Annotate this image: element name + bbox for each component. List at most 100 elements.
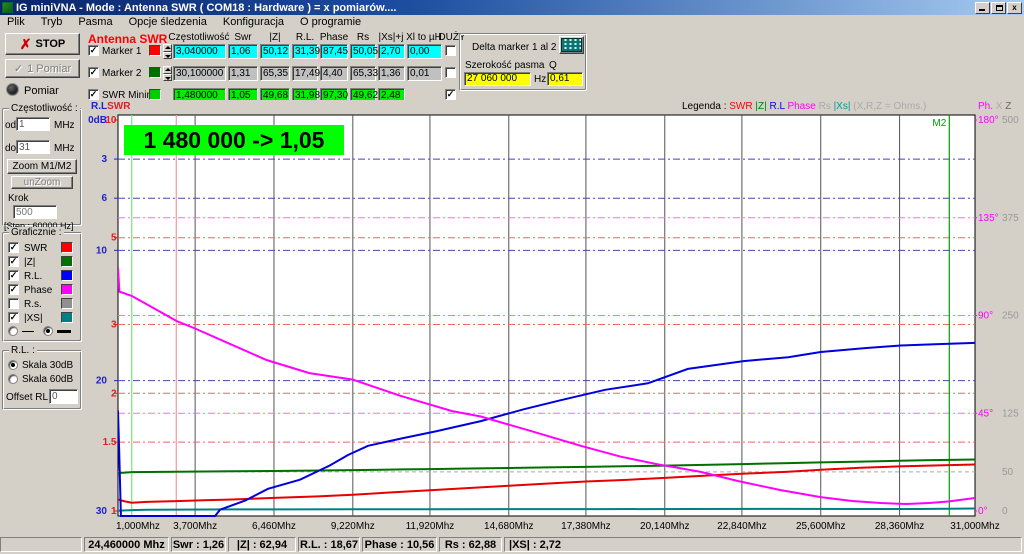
single-measure-button[interactable]: ✓ 1 Pomiar	[5, 59, 80, 78]
spin-down-icon[interactable]	[163, 74, 172, 82]
restore-button[interactable]	[991, 2, 1006, 14]
plot-area[interactable]	[118, 115, 975, 516]
status-field-empty	[0, 537, 82, 552]
x-tick-label: 3,700Mhz	[173, 521, 217, 532]
rl-scale-group-title: R.L. :	[9, 345, 37, 356]
menu-item-tryb[interactable]: Tryb	[41, 16, 63, 28]
status-field: Swr : 1,26	[171, 537, 226, 552]
x-tick-label: 17,380Mhz	[561, 521, 610, 532]
phase-tick-label: 90°	[978, 311, 993, 322]
left-control-panel: ✗ STOP ✓ 1 Pomiar Pomiar Częstotliwość :…	[0, 28, 85, 535]
q-value: 0,61	[547, 72, 583, 86]
trace-color-swatch	[61, 298, 73, 309]
x-tick-label: 31,000Mhz	[950, 521, 999, 532]
status-field: 24,460000 Mhz	[84, 537, 169, 552]
marker-frequency-input[interactable]	[173, 44, 226, 59]
calculator-button[interactable]	[559, 36, 584, 54]
measure-led	[6, 83, 19, 96]
phase-tick-label: 180°	[978, 115, 999, 126]
z-tick-label: 250	[1002, 311, 1019, 322]
trace-color-swatch	[61, 270, 73, 281]
spin-up-icon[interactable]	[163, 44, 172, 52]
column-header: Swr	[234, 32, 251, 43]
menu-item-pasma[interactable]: Pasma	[78, 16, 112, 28]
menu-item-konfiguracja[interactable]: Konfiguracja	[223, 16, 284, 28]
rl-tick-label: 0dB	[88, 115, 107, 126]
status-bar: 24,460000 MhzSwr : 1,26|Z| : 62,94R.L. :…	[0, 535, 1024, 554]
marker-value-cell: 65,33	[350, 66, 376, 81]
scale-60db-radio[interactable]	[8, 374, 18, 384]
thick-line-radio[interactable]	[43, 326, 53, 336]
thin-line-radio[interactable]	[8, 326, 18, 336]
zoom-button-label: Zoom M1/M2	[13, 161, 72, 172]
trace-color-swatch	[61, 256, 73, 267]
swr-min-annotation-text: 1 480 000 -> 1,05	[144, 127, 325, 153]
delta-marker-title: Delta marker 1 al 2	[472, 42, 556, 53]
marker-value-cell: 65,35	[260, 66, 290, 81]
x-tick-label: 25,600Mhz	[796, 521, 845, 532]
chart-area[interactable]: M21 480 000 -> 1,050dB36102030105321.511…	[85, 100, 1024, 535]
column-header: |Z|	[269, 32, 280, 43]
mhz-label-1: MHz	[54, 120, 75, 131]
marker-value-cell: 2,70	[378, 44, 405, 59]
menu-item-plik[interactable]: Plik	[7, 16, 25, 28]
spin-down-icon[interactable]	[163, 52, 172, 60]
marker-frequency-input[interactable]	[173, 66, 226, 81]
trace-checkbox-xs[interactable]: ✓	[8, 312, 19, 323]
duzy-checkbox-2[interactable]	[445, 67, 456, 78]
z-tick-label: 125	[1002, 408, 1019, 419]
stop-label: STOP	[35, 38, 65, 50]
trace-color-swatch	[61, 312, 73, 323]
trace-color-swatch	[61, 242, 73, 253]
title-bar: IG miniVNA - Mode : Antenna SWR ( COM18 …	[0, 0, 1024, 15]
trace-checkbox-phase[interactable]: ✓	[8, 284, 19, 295]
from-label: od	[5, 120, 16, 131]
row-checkbox-3[interactable]: ✓	[88, 89, 99, 100]
rl-tick-label: 20	[96, 376, 108, 387]
from-frequency-input[interactable]	[16, 117, 50, 131]
restore-icon	[996, 5, 1003, 11]
mhz-label-2: MHz	[54, 143, 75, 154]
to-frequency-input[interactable]	[16, 140, 50, 154]
offset-rl-input[interactable]	[49, 389, 78, 404]
row-checkbox-1[interactable]: ✓	[88, 45, 99, 56]
marker-value-cell: 50,12	[260, 44, 290, 59]
rl-tick-label: 10	[96, 245, 108, 256]
trace-checkbox-z[interactable]: ✓	[8, 256, 19, 267]
stop-button[interactable]: ✗ STOP	[5, 33, 80, 55]
duzy-checkbox-1[interactable]	[445, 45, 456, 56]
marker-value-cell: 0,00	[407, 44, 442, 59]
x-tick-label: 22,840Mhz	[717, 521, 766, 532]
spin-up-icon[interactable]	[163, 66, 172, 74]
row-checkbox-2[interactable]: ✓	[88, 67, 99, 78]
rl-tick-label: 6	[101, 193, 107, 204]
trace-checkbox-rs[interactable]	[8, 298, 19, 309]
menu-item-opcje-śledzenia[interactable]: Opcje śledzenia	[129, 16, 207, 28]
hz-label: Hz	[534, 74, 546, 85]
marker-color-swatch	[149, 89, 161, 100]
bandwidth-value: 27 060 000	[464, 72, 531, 86]
bandwidth-label: Szerokość pasma	[465, 60, 544, 71]
rl-tick-label: 30	[96, 506, 108, 517]
minimize-button[interactable]	[975, 2, 990, 14]
step-input[interactable]	[13, 205, 57, 219]
scale-30db-radio[interactable]	[8, 360, 18, 370]
frequency-group: Częstotliwość : od MHz do MHz Zoom M1/M2…	[2, 108, 82, 226]
rl-scale-group: R.L. : Skala 30dB Skala 60dB Offset RL	[2, 350, 82, 410]
calculator-icon	[561, 38, 582, 52]
duzy-checkbox-3[interactable]: ✓	[445, 89, 456, 100]
marker-frequency-spinner[interactable]	[163, 44, 172, 59]
status-field: R.L. : 18,67	[298, 537, 360, 552]
app-icon	[2, 2, 13, 13]
vna-plot[interactable]: M21 480 000 -> 1,050dB36102030105321.511…	[85, 100, 1024, 535]
marker-frequency-spinner[interactable]	[163, 66, 172, 81]
menu-item-o-programie[interactable]: O programie	[300, 16, 361, 28]
trace-checkbox-swr[interactable]: ✓	[8, 242, 19, 253]
trace-checkbox-rl[interactable]: ✓	[8, 270, 19, 281]
unzoom-button[interactable]: unZoom	[11, 176, 73, 189]
to-label: do	[5, 143, 16, 154]
zoom-m1-m2-button[interactable]: Zoom M1/M2	[7, 159, 77, 174]
thick-line-icon	[57, 330, 71, 333]
window-title: IG miniVNA - Mode : Antenna SWR ( COM18 …	[16, 2, 396, 14]
close-button[interactable]: x	[1007, 2, 1022, 14]
